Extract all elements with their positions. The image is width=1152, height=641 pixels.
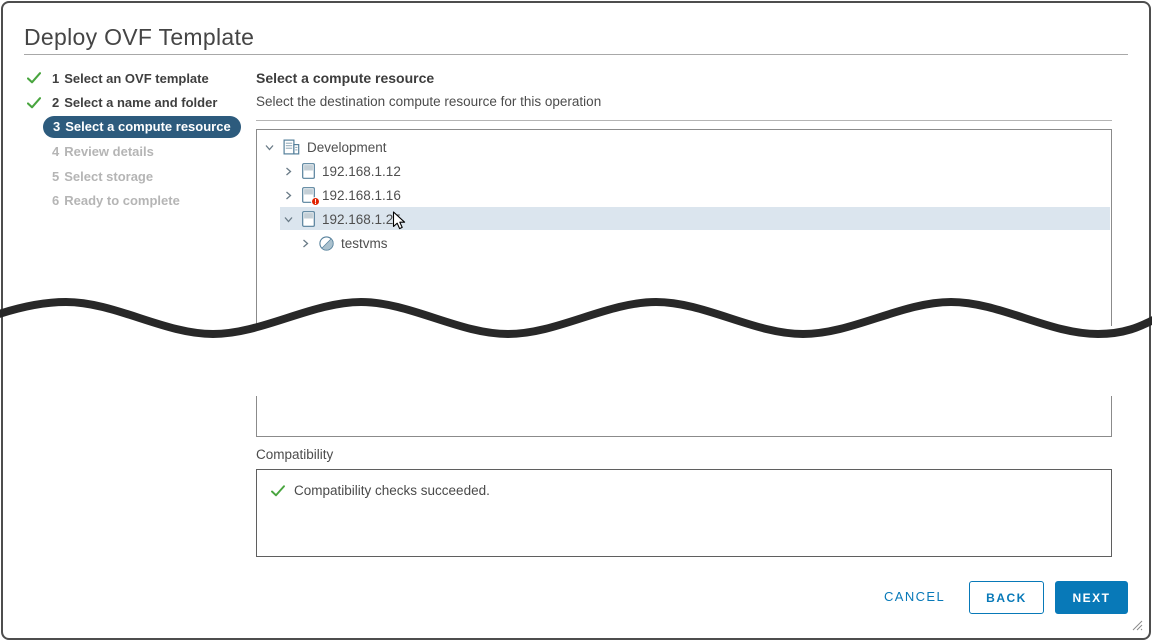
datacenter-icon [283, 139, 300, 155]
host-icon [302, 211, 315, 227]
tree-item-label: 192.168.1.12 [322, 164, 401, 179]
content-divider [256, 120, 1112, 121]
resource-pool-icon [319, 236, 334, 251]
tree-item-host-192-168-1-12[interactable]: 192.168.1.12 [257, 159, 1111, 183]
step-1-select-ovf-template[interactable]: 1 Select an OVF template [24, 66, 244, 91]
step-number: 5 [52, 169, 59, 184]
host-error-icon: ! [302, 187, 315, 203]
chevron-right-icon[interactable] [300, 238, 311, 249]
error-badge-icon: ! [311, 197, 320, 206]
tree-item-label: Development [307, 140, 387, 155]
tree-item-development[interactable]: Development [257, 135, 1111, 159]
step-label: Select a name and folder [64, 95, 217, 110]
wizard-steps: 1 Select an OVF template 2 Select a name a… [24, 66, 244, 213]
resize-grip-icon[interactable] [1131, 618, 1143, 636]
deploy-ovf-dialog: Deploy OVF Template 1 Select an OVF templ… [0, 0, 1152, 641]
step-number: 4 [52, 144, 59, 159]
tree-panel-lower-remnant [256, 396, 1112, 437]
check-icon [24, 72, 52, 84]
step-number: 6 [52, 193, 59, 208]
check-icon [24, 97, 52, 109]
chevron-right-icon[interactable] [283, 166, 294, 177]
next-button[interactable]: NEXT [1055, 581, 1128, 614]
tree-item-label: 192.168.1.16 [322, 188, 401, 203]
cancel-button[interactable]: CANCEL [884, 589, 945, 604]
step-number: 1 [52, 71, 59, 86]
step-3-select-compute-resource[interactable]: 3 Select a compute resource [24, 115, 244, 140]
step-4-review-details[interactable]: 4 Review details [24, 140, 244, 165]
step-5-select-storage[interactable]: 5 Select storage [24, 164, 244, 189]
step-label: Ready to complete [64, 193, 180, 208]
title-divider [24, 54, 1128, 55]
step-label: Review details [64, 144, 154, 159]
compatibility-message: Compatibility checks succeeded. [294, 483, 490, 498]
back-button[interactable]: BACK [969, 581, 1044, 614]
chevron-right-icon[interactable] [283, 190, 294, 201]
tree-item-resource-pool-testvms[interactable]: testvms [257, 231, 1111, 255]
host-icon [302, 163, 315, 179]
tree-item-label: testvms [341, 236, 388, 251]
step-number: 3 [53, 119, 60, 134]
active-step-pill: 3 Select a compute resource [43, 116, 241, 138]
step-label: Select a compute resource [65, 119, 230, 134]
chevron-down-icon[interactable] [264, 142, 275, 153]
chevron-down-icon[interactable] [283, 214, 294, 225]
tree-item-host-192-168-1-16[interactable]: ! 192.168.1.16 [257, 183, 1111, 207]
tree-item-host-192-168-1-25[interactable]: 192.168.1.25 [257, 207, 1111, 231]
compute-resource-tree: Development 192.168.1.12 [256, 129, 1112, 326]
compatibility-box: Compatibility checks succeeded. [256, 469, 1112, 557]
step-number: 2 [52, 95, 59, 110]
success-check-icon [271, 485, 285, 497]
step-label: Select an OVF template [64, 71, 209, 86]
content-subheading: Select the destination compute resource … [256, 94, 601, 109]
page-title: Deploy OVF Template [24, 24, 254, 51]
step-label: Select storage [64, 169, 153, 184]
tree-item-label: 192.168.1.25 [322, 212, 401, 227]
compatibility-label: Compatibility [256, 447, 333, 462]
step-2-select-name-folder[interactable]: 2 Select a name and folder [24, 91, 244, 116]
content-heading: Select a compute resource [256, 70, 434, 86]
step-6-ready-to-complete[interactable]: 6 Ready to complete [24, 189, 244, 214]
